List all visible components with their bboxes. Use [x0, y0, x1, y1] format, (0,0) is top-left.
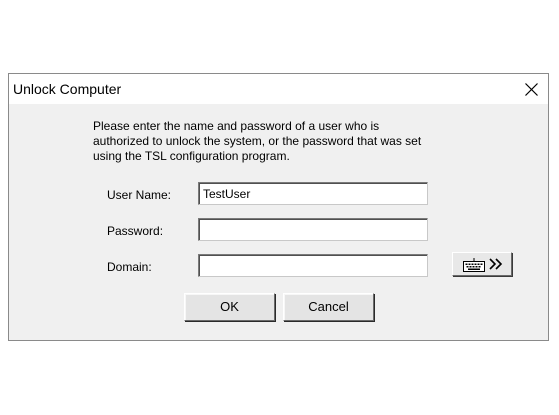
unlock-computer-dialog: Unlock Computer Please enter the name an…: [8, 73, 549, 341]
page: Unlock Computer Please enter the name an…: [0, 0, 559, 415]
dialog-title: Unlock Computer: [13, 81, 122, 97]
password-input[interactable]: [198, 218, 428, 241]
message-line: using the TSL configuration program.: [93, 149, 290, 163]
message-line: authorized to unlock the system, or the …: [93, 134, 422, 148]
cancel-button[interactable]: Cancel: [283, 293, 374, 321]
close-icon: [525, 83, 538, 96]
instruction-message: Please enter the name and password of a …: [93, 119, 493, 164]
password-label: Password:: [107, 224, 164, 238]
domain-label: Domain:: [107, 260, 152, 274]
user-name-label: User Name:: [107, 188, 172, 202]
message-line: Please enter the name and password of a …: [93, 119, 380, 133]
title-bar: Unlock Computer: [9, 74, 548, 104]
ok-button[interactable]: OK: [184, 293, 275, 321]
close-button[interactable]: [514, 74, 548, 104]
domain-input[interactable]: [198, 254, 428, 277]
user-name-input[interactable]: [198, 182, 428, 205]
keyboard-icon: [463, 258, 485, 272]
keyboard-button[interactable]: [452, 252, 512, 276]
expand-arrows-icon: [489, 258, 503, 270]
